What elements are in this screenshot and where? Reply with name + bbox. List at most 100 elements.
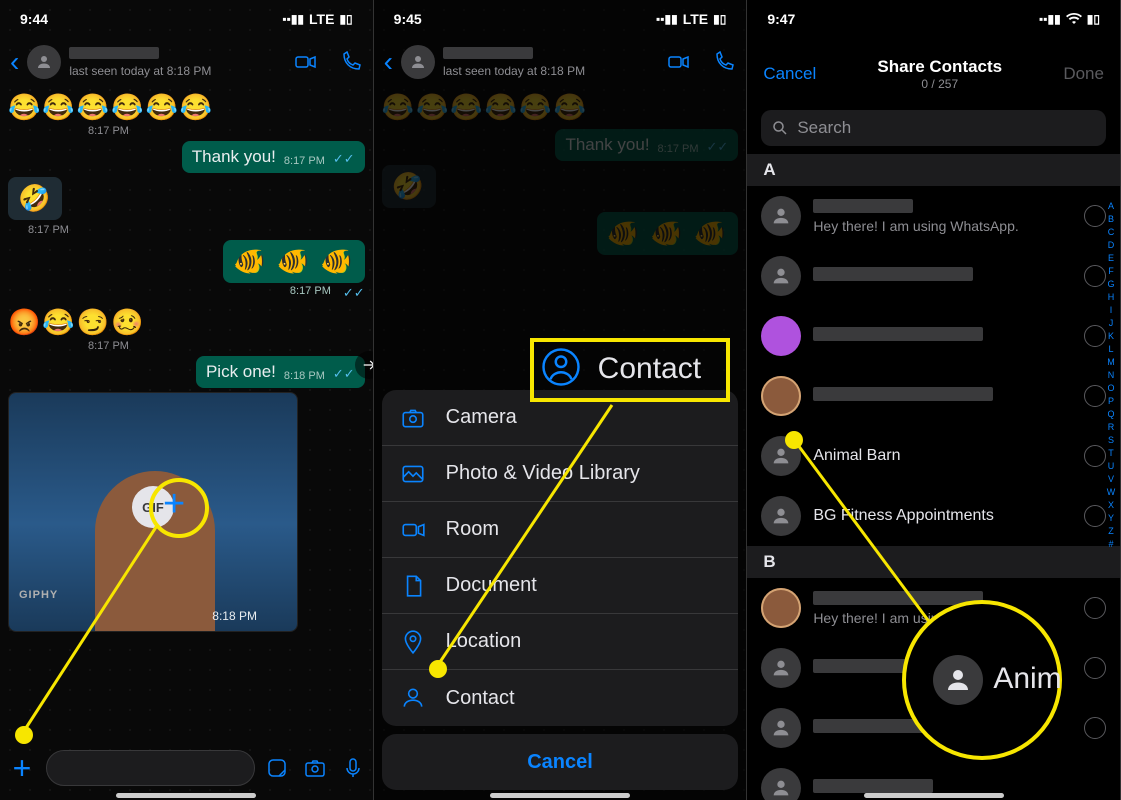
- home-indicator: [490, 793, 630, 798]
- index-letter[interactable]: P: [1104, 395, 1118, 408]
- index-letter[interactable]: T: [1104, 447, 1118, 460]
- index-letter[interactable]: #: [1104, 538, 1118, 551]
- back-button[interactable]: ‹: [384, 46, 393, 78]
- call-icon[interactable]: [712, 50, 736, 74]
- contact-row[interactable]: [747, 246, 1120, 306]
- index-letter[interactable]: H: [1104, 291, 1118, 304]
- battery-icon: ▮▯: [713, 12, 726, 26]
- index-letter[interactable]: E: [1104, 252, 1118, 265]
- status-bar: 9:45 ▪▪▮▮ LTE ▮▯: [374, 0, 747, 38]
- msg-time: 8:17 PM: [28, 224, 69, 236]
- last-seen: last seen today at 8:18 PM: [443, 64, 658, 78]
- status-indicators: ▪▪▮▮ LTE ▮▯: [282, 11, 352, 27]
- contact-avatar[interactable]: [27, 45, 61, 79]
- index-letter[interactable]: C: [1104, 226, 1118, 239]
- contact-row[interactable]: [747, 638, 1120, 698]
- select-radio[interactable]: [1084, 597, 1106, 619]
- call-icon[interactable]: [339, 50, 363, 74]
- contact-header-text[interactable]: last seen today at 8:18 PM: [69, 46, 284, 78]
- index-letter[interactable]: X: [1104, 499, 1118, 512]
- attachment-action-sheet: Camera Photo & Video Library Room Docume…: [382, 390, 739, 790]
- sheet-document[interactable]: Document: [382, 558, 739, 614]
- chat-header: ‹ last seen today at 8:18 PM: [374, 38, 747, 86]
- index-letter[interactable]: W: [1104, 486, 1118, 499]
- index-letter[interactable]: K: [1104, 330, 1118, 343]
- index-letter[interactable]: G: [1104, 278, 1118, 291]
- emoji-row-mixed: 😡😂😏🥴: [8, 307, 146, 338]
- contact-row[interactable]: [747, 366, 1120, 426]
- index-letter[interactable]: R: [1104, 421, 1118, 434]
- select-radio[interactable]: [1084, 385, 1106, 407]
- index-letter[interactable]: Z: [1104, 525, 1118, 538]
- contact-avatar: [761, 496, 801, 536]
- sticker-icon[interactable]: [265, 756, 289, 780]
- sheet-contact[interactable]: Contact: [382, 670, 739, 726]
- search-input[interactable]: Search: [761, 110, 1106, 146]
- sheet-room[interactable]: Room: [382, 502, 739, 558]
- index-letter[interactable]: I: [1104, 304, 1118, 317]
- sheet-cancel[interactable]: Cancel: [382, 734, 739, 790]
- status-bar: 9:44 ▪▪▮▮ LTE ▮▯: [0, 0, 373, 38]
- status-time: 9:44: [20, 11, 48, 27]
- contact-row[interactable]: Hey there! I am using WhatsApp.: [747, 578, 1120, 638]
- select-radio[interactable]: [1084, 445, 1106, 467]
- index-letter[interactable]: J: [1104, 317, 1118, 330]
- select-radio[interactable]: [1084, 717, 1106, 739]
- read-ticks-icon: ✓✓: [333, 366, 355, 382]
- contact-avatar: [761, 436, 801, 476]
- contact-name: BG Fitness Appointments: [813, 507, 1072, 525]
- last-seen: last seen today at 8:18 PM: [69, 64, 284, 78]
- share-header: Cancel Share Contacts 0 / 257 Done: [747, 46, 1120, 102]
- battery-icon: ▮▯: [339, 12, 352, 26]
- index-letter[interactable]: M: [1104, 356, 1118, 369]
- gif-message[interactable]: GIF GIPHY 8:18 PM: [8, 392, 298, 632]
- contact-row[interactable]: [747, 698, 1120, 758]
- contact-row[interactable]: BG Fitness Appointments: [747, 486, 1120, 546]
- sheet-camera[interactable]: Camera: [382, 390, 739, 446]
- status-time: 9:45: [394, 11, 422, 27]
- index-letter[interactable]: O: [1104, 382, 1118, 395]
- contact-header-text[interactable]: last seen today at 8:18 PM: [443, 46, 658, 78]
- select-radio[interactable]: [1084, 657, 1106, 679]
- index-letter[interactable]: B: [1104, 213, 1118, 226]
- contact-avatar: [761, 196, 801, 236]
- video-call-icon[interactable]: [293, 50, 317, 74]
- sheet-photo-library[interactable]: Photo & Video Library: [382, 446, 739, 502]
- alpha-index[interactable]: ABCDEFGHIJKLMNOPQRSTUVWXYZ#: [1104, 200, 1118, 780]
- index-letter[interactable]: V: [1104, 473, 1118, 486]
- index-letter[interactable]: S: [1104, 434, 1118, 447]
- contact-row[interactable]: [747, 306, 1120, 366]
- select-radio[interactable]: [1084, 505, 1106, 527]
- mic-icon[interactable]: [341, 756, 365, 780]
- index-letter[interactable]: F: [1104, 265, 1118, 278]
- select-radio[interactable]: [1084, 265, 1106, 287]
- index-letter[interactable]: U: [1104, 460, 1118, 473]
- read-ticks-icon: ✓✓: [333, 151, 355, 167]
- network-label: LTE: [683, 11, 708, 27]
- index-letter[interactable]: D: [1104, 239, 1118, 252]
- attach-plus-button[interactable]: +: [8, 750, 36, 787]
- back-button[interactable]: ‹: [10, 46, 19, 78]
- index-letter[interactable]: L: [1104, 343, 1118, 356]
- index-letter[interactable]: A: [1104, 200, 1118, 213]
- contact-row-animal-barn[interactable]: Animal Barn: [747, 426, 1120, 486]
- signal-icon: ▪▪▮▮: [656, 12, 678, 26]
- camera-icon[interactable]: [303, 756, 327, 780]
- select-radio[interactable]: [1084, 325, 1106, 347]
- contact-status: Hey there! I am using WhatsApp.: [813, 218, 1072, 234]
- contact-avatar: [761, 708, 801, 748]
- cancel-button[interactable]: Cancel: [763, 64, 816, 84]
- contact-avatar: [761, 256, 801, 296]
- done-button[interactable]: Done: [1063, 64, 1104, 84]
- contact-row[interactable]: Hey there! I am using WhatsApp.: [747, 186, 1120, 246]
- index-letter[interactable]: Y: [1104, 512, 1118, 525]
- index-letter[interactable]: N: [1104, 369, 1118, 382]
- msg-text: Thank you!: [192, 147, 276, 167]
- select-radio[interactable]: [1084, 205, 1106, 227]
- index-letter[interactable]: Q: [1104, 408, 1118, 421]
- message-input[interactable]: [46, 750, 255, 786]
- video-call-icon[interactable]: [666, 50, 690, 74]
- sheet-location[interactable]: Location: [382, 614, 739, 670]
- contact-avatar[interactable]: [401, 45, 435, 79]
- search-placeholder: Search: [797, 118, 851, 138]
